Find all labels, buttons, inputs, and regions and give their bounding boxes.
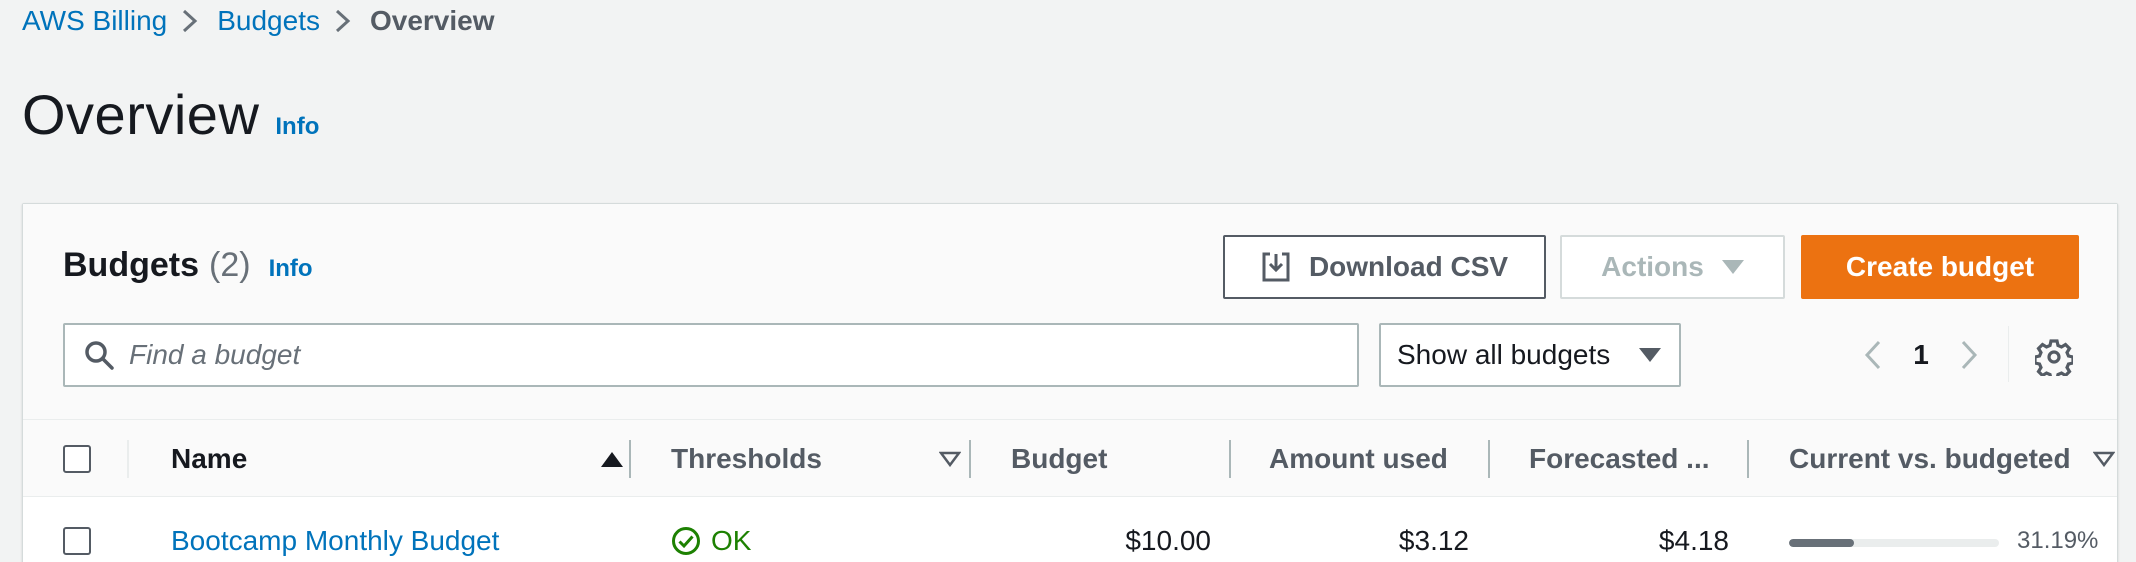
sort-ascending-icon bbox=[601, 451, 623, 467]
search-icon bbox=[85, 341, 114, 370]
panel-title: Budgets (2) Info bbox=[63, 246, 313, 285]
column-separator[interactable] bbox=[629, 440, 631, 478]
budget-name-link[interactable]: Bootcamp Monthly Budget bbox=[171, 525, 499, 557]
column-header-amount-used[interactable]: Amount used bbox=[1269, 420, 1489, 498]
budget-progress-bar bbox=[1789, 539, 1999, 547]
budget-progress-fill bbox=[1789, 539, 1855, 547]
download-icon bbox=[1262, 252, 1290, 282]
filter-select-value: Show all budgets bbox=[1397, 339, 1611, 370]
pager-divider bbox=[2008, 326, 2009, 382]
status-ok-icon bbox=[672, 527, 700, 555]
actions-label: Actions bbox=[1601, 251, 1704, 282]
settings-gear-icon[interactable] bbox=[2035, 338, 2073, 376]
column-header-amount-used-label: Amount used bbox=[1269, 443, 1448, 474]
table-row: Bootcamp Monthly Budget OK $10.00 $3.12 … bbox=[23, 498, 2117, 562]
budget-count: (2) bbox=[209, 246, 251, 284]
pagination: 1 bbox=[1853, 323, 1989, 387]
column-header-budget-label: Budget bbox=[1011, 443, 1108, 474]
page-info-link[interactable]: Info bbox=[275, 113, 319, 141]
column-separator[interactable] bbox=[1229, 440, 1231, 478]
column-header-thresholds-label: Thresholds bbox=[671, 443, 822, 474]
forecasted-cell: $4.18 bbox=[1658, 525, 1729, 556]
threshold-status-text: OK bbox=[711, 525, 752, 556]
column-header-thresholds[interactable]: Thresholds bbox=[671, 420, 961, 498]
chevron-right-icon bbox=[320, 6, 370, 36]
next-page-button[interactable] bbox=[1949, 335, 1989, 375]
create-budget-button[interactable]: Create budget bbox=[1801, 235, 2079, 299]
chevron-right-icon bbox=[167, 6, 217, 36]
panel-info-link[interactable]: Info bbox=[269, 255, 313, 283]
chevron-left-icon bbox=[1864, 340, 1881, 370]
current-page-number[interactable]: 1 bbox=[1893, 339, 1949, 371]
threshold-status: OK bbox=[671, 525, 751, 557]
chevron-right-icon bbox=[1961, 340, 1978, 370]
search-input[interactable] bbox=[129, 339, 1309, 371]
download-csv-button[interactable]: Download CSV bbox=[1223, 235, 1546, 299]
breadcrumb: AWS Billing Budgets Overview bbox=[22, 0, 495, 42]
threshold-cell: OK bbox=[671, 498, 961, 562]
column-header-budget[interactable]: Budget bbox=[1011, 420, 1211, 498]
row-select-checkbox[interactable] bbox=[63, 527, 91, 555]
budget-name-cell: Bootcamp Monthly Budget bbox=[171, 498, 631, 562]
column-header-forecasted[interactable]: Forecasted ... bbox=[1529, 420, 1759, 498]
column-separator[interactable] bbox=[969, 440, 971, 478]
page-header: Overview Info bbox=[22, 82, 319, 147]
column-header-name[interactable]: Name bbox=[171, 420, 629, 498]
page-title: Overview bbox=[22, 83, 260, 146]
column-separator[interactable] bbox=[1747, 440, 1749, 478]
column-separator bbox=[127, 440, 129, 478]
create-budget-label: Create budget bbox=[1845, 251, 2035, 282]
amount-used-cell: $3.12 bbox=[1398, 525, 1469, 556]
budget-amount-cell: $10.00 bbox=[1125, 525, 1211, 556]
previous-page-button[interactable] bbox=[1853, 335, 1893, 375]
breadcrumb-aws-billing[interactable]: AWS Billing bbox=[22, 5, 167, 37]
filter-select[interactable]: Show all budgets bbox=[1379, 323, 1681, 387]
panel-title-text: Budgets bbox=[63, 246, 199, 284]
current-vs-budgeted-percent: 31.19% bbox=[2017, 527, 2099, 554]
column-separator[interactable] bbox=[1488, 440, 1490, 478]
column-header-forecasted-label: Forecasted ... bbox=[1529, 443, 1710, 474]
breadcrumb-overview: Overview bbox=[369, 5, 495, 36]
column-header-name-label: Name bbox=[171, 443, 248, 474]
budgets-panel-header: Budgets (2) Info Download CSV Actions Cr… bbox=[23, 204, 2117, 419]
caret-down-icon bbox=[1639, 348, 1661, 362]
column-header-current-vs-budgeted-label: Current vs. budgeted bbox=[1789, 443, 2071, 474]
download-csv-label: Download CSV bbox=[1308, 251, 1509, 282]
sort-descending-icon bbox=[939, 451, 961, 467]
search-field bbox=[63, 323, 1359, 387]
select-all-checkbox[interactable] bbox=[63, 445, 91, 473]
breadcrumb-budgets[interactable]: Budgets bbox=[217, 5, 320, 37]
caret-down-icon bbox=[1721, 260, 1744, 274]
column-header-current-vs-budgeted[interactable]: Current vs. budgeted bbox=[1789, 420, 2119, 498]
table-header: Name Thresholds Budget Amount used Forec… bbox=[23, 419, 2117, 497]
sort-descending-icon bbox=[2093, 451, 2115, 467]
budgets-panel: Budgets (2) Info Download CSV Actions Cr… bbox=[22, 203, 2118, 562]
actions-dropdown-button[interactable]: Actions bbox=[1560, 235, 1785, 299]
